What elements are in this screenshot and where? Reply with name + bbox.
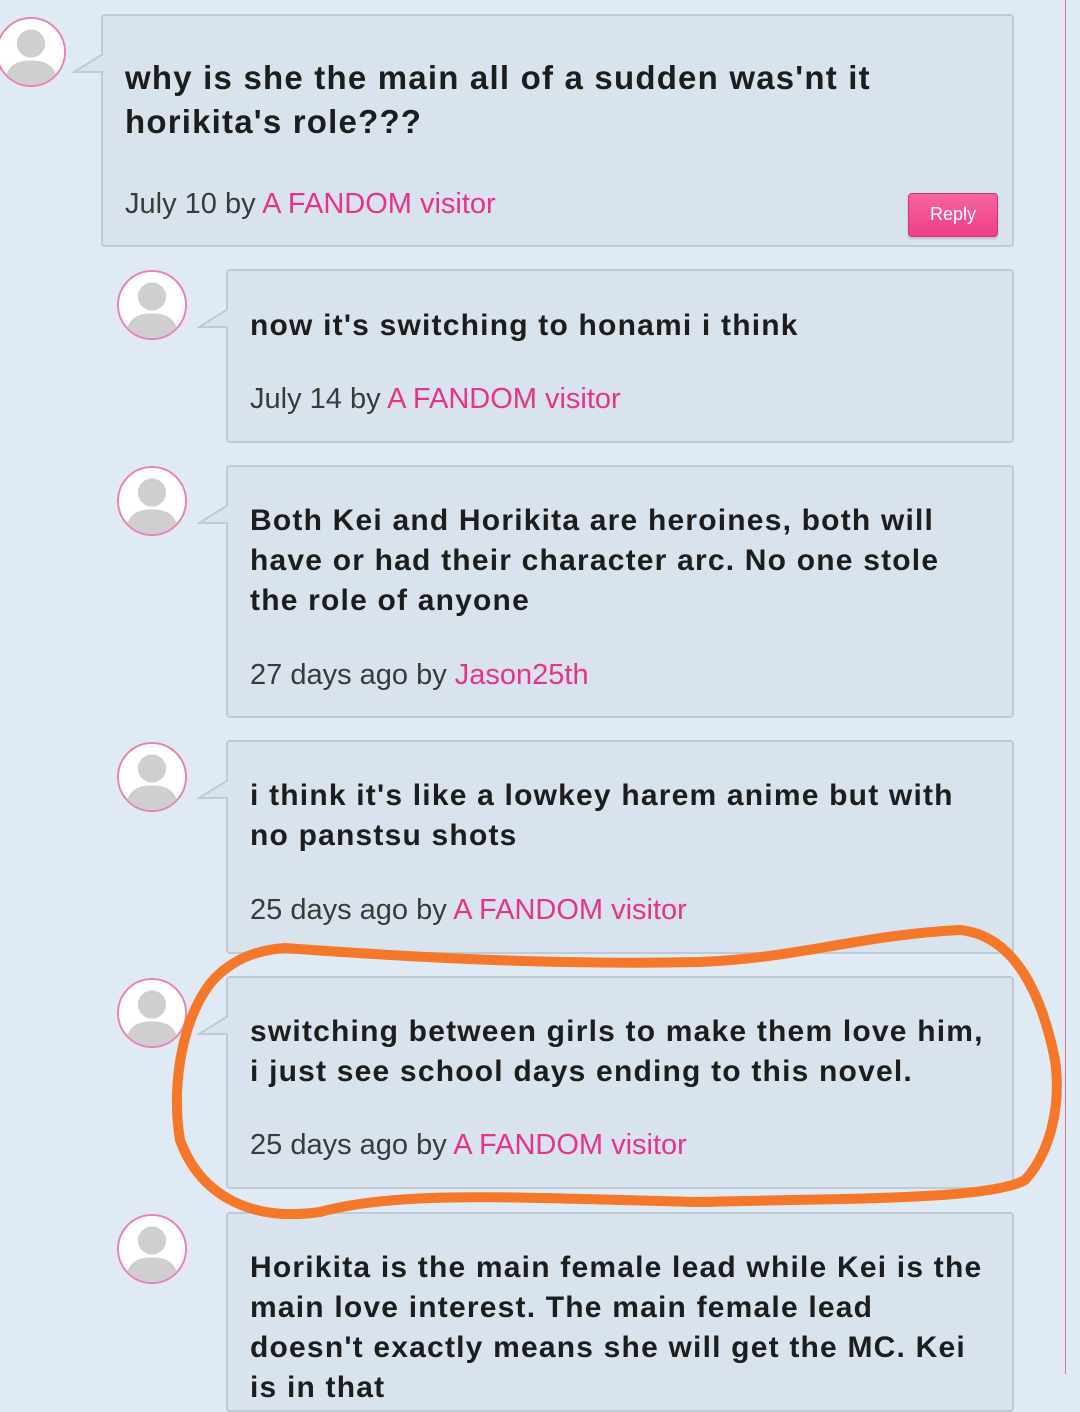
comment-by: by: [224, 188, 256, 220]
comment-date: 25 days ago: [250, 894, 409, 926]
author-link[interactable]: A FANDOM visitor: [453, 894, 687, 926]
comment-meta: 25 days ago by A FANDOM visitor: [250, 1129, 687, 1162]
comment-by: by: [416, 1129, 447, 1161]
user-avatar-icon[interactable]: [0, 17, 66, 87]
page-border-line: [1065, 0, 1066, 1374]
comment-text: switching between girls to make them lov…: [250, 1015, 984, 1088]
reply-card: now it's switching to honami i think Jul…: [197, 269, 1014, 443]
comment-text: Horikita is the main female lead while K…: [250, 1251, 983, 1404]
comment-date: 27 days ago: [250, 659, 409, 691]
reply-button[interactable]: Reply: [908, 193, 998, 237]
comment-text: now it's switching to honami i think: [250, 309, 799, 342]
comment-by: by: [416, 894, 447, 926]
comment-meta: July 14 by A FANDOM visitor: [250, 383, 621, 416]
comment-card: why is she the main all of a sudden was'…: [72, 14, 1014, 247]
comment-by: by: [416, 659, 447, 691]
reply-card: i think it's like a lowkey harem anime b…: [197, 740, 1014, 954]
author-link[interactable]: A FANDOM visitor: [453, 1129, 687, 1161]
user-avatar-icon[interactable]: [117, 978, 187, 1048]
author-link[interactable]: A FANDOM visitor: [262, 188, 496, 220]
comment-text: why is she the main all of a sudden was'…: [125, 59, 871, 140]
reply-card: switching between girls to make them lov…: [197, 976, 1014, 1189]
author-link[interactable]: Jason25th: [455, 659, 589, 691]
comment-meta: 27 days ago by Jason25th: [250, 659, 589, 692]
comment-text: Both Kei and Horikita are heroines, both…: [250, 504, 940, 617]
author-link[interactable]: A FANDOM visitor: [387, 383, 621, 415]
reply-card: Both Kei and Horikita are heroines, both…: [197, 465, 1014, 718]
comment-meta: July 10 by A FANDOM visitor: [125, 188, 496, 221]
user-avatar-icon[interactable]: [117, 466, 187, 536]
user-avatar-icon[interactable]: [117, 742, 187, 812]
comment-date: 25 days ago: [250, 1129, 409, 1161]
comment-meta: 25 days ago by A FANDOM visitor: [250, 894, 687, 927]
reply-card: Horikita is the main female lead while K…: [226, 1212, 1014, 1412]
comment-date: July 14: [250, 383, 342, 415]
comment-text: i think it's like a lowkey harem anime b…: [250, 779, 954, 852]
comment-by: by: [349, 383, 381, 415]
user-avatar-icon[interactable]: [117, 270, 187, 340]
comment-date: July 10: [125, 188, 217, 220]
user-avatar-icon[interactable]: [117, 1214, 187, 1284]
